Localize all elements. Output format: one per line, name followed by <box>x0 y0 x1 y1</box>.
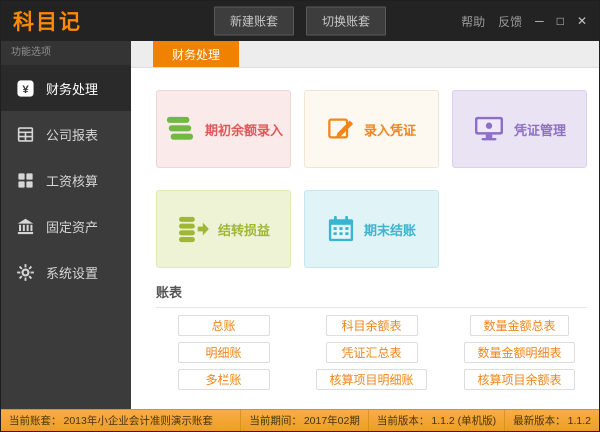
sidebar-header: 功能选项 <box>1 41 131 65</box>
current-account-value: 2013年小企业会计准则演示账套 <box>64 413 213 428</box>
general-ledger-button[interactable]: 总账 <box>178 315 270 336</box>
latest-version-value: 1.1.2 <box>568 415 591 427</box>
sidebar-item-finance[interactable]: ¥ 财务处理 <box>1 65 131 111</box>
fixed-assets-icon <box>16 217 35 236</box>
coins-arrow-icon <box>177 215 209 243</box>
current-version-segment: 当前版本： 1.1.2 (单机版) <box>368 410 504 431</box>
titlebar-actions: 新建账套 切换账套 <box>214 7 386 36</box>
current-period-segment: 当前期间： 2017年02期 <box>240 410 368 431</box>
subject-balance-table-button[interactable]: 科目余额表 <box>326 315 418 336</box>
titlebar: 科目记 新建账套 切换账套 帮助 反馈 ─ □ ✕ <box>1 1 599 41</box>
card-profit-loss-carryover[interactable]: 结转损益 <box>156 190 291 268</box>
monitor-icon <box>473 115 505 143</box>
tab-finance[interactable]: 财务处理 <box>153 41 239 67</box>
voucher-summary-table-button[interactable]: 凭证汇总表 <box>326 342 418 363</box>
tabstrip: 财务处理 <box>131 41 599 68</box>
sidebar-item-fixed-assets[interactable]: 固定资产 <box>1 203 131 249</box>
latest-version-label: 最新版本： <box>513 413 566 428</box>
sidebar-item-label: 固定资产 <box>46 217 98 236</box>
current-period-label: 当前期间： <box>249 413 302 428</box>
switch-account-set-button[interactable]: 切换账套 <box>306 7 386 36</box>
sidebar: 功能选项 ¥ 财务处理 公司报表 工资核算 <box>1 41 131 409</box>
multi-column-ledger-button[interactable]: 多栏账 <box>178 369 270 390</box>
card-label: 期初余额录入 <box>205 120 283 139</box>
company-report-icon <box>16 125 35 144</box>
card-label: 期末结账 <box>364 220 416 239</box>
app-window: 科目记 新建账套 切换账套 帮助 反馈 ─ □ ✕ 功能选项 ¥ 财务处理 <box>0 0 600 432</box>
latest-version-segment: 最新版本： 1.1.2 <box>504 410 599 431</box>
pencil-square-icon <box>327 115 355 143</box>
card-voucher-entry[interactable]: 录入凭证 <box>304 90 439 168</box>
card-label: 录入凭证 <box>364 120 416 139</box>
finance-icon: ¥ <box>16 79 35 98</box>
card-voucher-management[interactable]: 凭证管理 <box>452 90 587 168</box>
sidebar-item-salary[interactable]: 工资核算 <box>1 157 131 203</box>
sidebar-item-label: 系统设置 <box>46 263 98 282</box>
current-period-value: 2017年02期 <box>304 413 360 428</box>
sidebar-item-label: 财务处理 <box>46 79 98 98</box>
accounting-item-detail-ledger-button[interactable]: 核算项目明细账 <box>316 369 426 390</box>
card-label: 结转损益 <box>218 220 270 239</box>
calendar-icon <box>327 215 355 243</box>
current-version-value: 1.1.2 (单机版) <box>431 413 496 428</box>
quantity-amount-summary-button[interactable]: 数量金额总表 <box>470 315 568 336</box>
quantity-amount-detail-button[interactable]: 数量金额明细表 <box>464 342 574 363</box>
app-logo: 科目记 <box>13 6 82 36</box>
section-divider <box>156 307 587 308</box>
sidebar-item-settings[interactable]: 系统设置 <box>1 249 131 295</box>
sidebar-item-label: 工资核算 <box>46 171 98 190</box>
account-table-buttons: 总账 科目余额表 数量金额总表 明细账 凭证汇总表 数量金额明细表 多栏账 核算… <box>156 315 587 390</box>
maximize-icon[interactable]: □ <box>557 15 564 27</box>
settings-icon <box>16 263 35 282</box>
salary-icon <box>16 171 35 190</box>
help-link[interactable]: 帮助 <box>461 13 485 30</box>
detail-ledger-button[interactable]: 明细账 <box>178 342 270 363</box>
minimize-icon[interactable]: ─ <box>535 15 544 27</box>
current-version-label: 当前版本： <box>377 413 430 428</box>
section-title-account-tables: 账表 <box>156 282 587 301</box>
statusbar: 当前账套： 2013年小企业会计准则演示账套 当前期间： 2017年02期 当前… <box>1 409 599 431</box>
main-area: 财务处理 期初余额录入 录入凭证 <box>131 41 599 409</box>
close-icon[interactable]: ✕ <box>577 15 587 27</box>
titlebar-right: 帮助 反馈 ─ □ ✕ <box>461 13 587 30</box>
svg-text:¥: ¥ <box>22 83 29 95</box>
app-body: 功能选项 ¥ 财务处理 公司报表 工资核算 <box>1 41 599 409</box>
current-account-segment: 当前账套： 2013年小企业会计准则演示账套 <box>1 410 240 431</box>
card-opening-balance-entry[interactable]: 期初余额录入 <box>156 90 291 168</box>
sidebar-item-company-reports[interactable]: 公司报表 <box>1 111 131 157</box>
current-account-label: 当前账套： <box>9 413 62 428</box>
coins-stack-icon <box>164 115 196 143</box>
new-account-set-button[interactable]: 新建账套 <box>214 7 294 36</box>
function-cards: 期初余额录入 录入凭证 凭证管理 <box>156 90 587 268</box>
accounting-item-balance-table-button[interactable]: 核算项目余额表 <box>464 369 574 390</box>
sidebar-item-label: 公司报表 <box>46 125 98 144</box>
card-label: 凭证管理 <box>514 120 566 139</box>
main-content: 期初余额录入 录入凭证 凭证管理 <box>131 68 599 409</box>
card-period-end-closing[interactable]: 期末结账 <box>304 190 439 268</box>
feedback-link[interactable]: 反馈 <box>498 13 522 30</box>
